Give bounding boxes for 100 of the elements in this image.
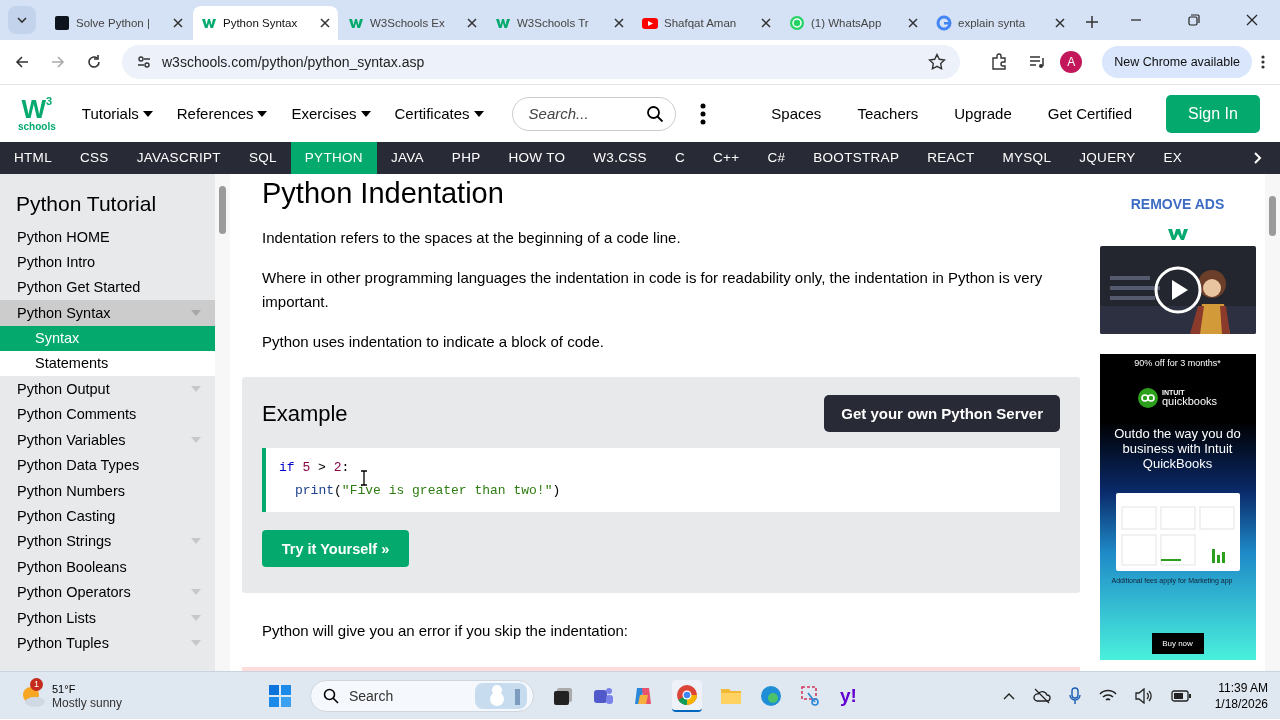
wifi-icon[interactable] — [1098, 688, 1117, 703]
edge-icon[interactable] — [759, 684, 782, 707]
update-button[interactable]: New Chrome available — [1102, 46, 1252, 78]
subject-tab[interactable]: EX — [1149, 142, 1197, 174]
tab-search-icon[interactable] — [8, 6, 36, 34]
close-icon[interactable] — [1055, 18, 1065, 28]
nav-menu[interactable]: Exercises — [289, 101, 373, 126]
weather-condition: Mostly sunny — [52, 695, 123, 710]
menu-icon[interactable] — [1260, 54, 1266, 70]
restore-icon[interactable] — [1188, 14, 1200, 26]
subject-tab[interactable]: HTML — [0, 142, 66, 174]
nav-link[interactable]: Teachers — [857, 105, 919, 122]
star-icon[interactable] — [928, 53, 947, 71]
browser-tab[interactable]: explain synta — [928, 6, 1073, 40]
search-icon[interactable] — [645, 104, 664, 123]
sidebar-item[interactable]: Python Casting — [0, 503, 215, 529]
yahoo-app-icon[interactable]: y! — [839, 684, 857, 707]
close-icon[interactable] — [320, 18, 330, 28]
brand-icon — [1137, 388, 1158, 408]
snowman-icon — [474, 682, 527, 709]
subject-tab[interactable]: BOOTSTRAP — [799, 142, 914, 174]
browser-tab[interactable]: W3Schools Tr — [487, 6, 632, 40]
sidebar-item[interactable]: Python Intro — [0, 249, 215, 275]
chrome-icon[interactable] — [671, 679, 702, 712]
more-icon[interactable] — [699, 102, 706, 125]
new-tab-icon[interactable] — [1085, 15, 1099, 29]
sidebar-item[interactable]: Python Get Started — [0, 274, 215, 301]
browser-tab[interactable]: Shafqat Aman — [634, 6, 779, 40]
address-bar[interactable]: w3schools.com/python/python_syntax.asp — [122, 45, 961, 79]
close-icon[interactable] — [467, 18, 477, 28]
code-line: if 5 > 2: — [279, 459, 350, 477]
sidebar-item[interactable]: Python HOME — [0, 224, 215, 250]
browser-tab[interactable]: Solve Python | — [46, 6, 191, 40]
server-button[interactable]: Get your own Python Server — [824, 395, 1060, 432]
nav-menu[interactable]: References — [174, 101, 270, 126]
subject-tab[interactable]: JAVA — [376, 142, 438, 174]
browser-tab[interactable]: Python Syntax — [193, 6, 338, 40]
subject-tab[interactable]: JQUERY — [1065, 142, 1150, 174]
caret-icon — [473, 110, 484, 117]
search-field[interactable]: Search... — [511, 96, 676, 131]
ad-headline: Outdo the way you do business with Intuit QuickBooks — [1113, 426, 1242, 471]
buy-now-button[interactable]: Buy now — [1151, 633, 1204, 654]
cloud-off-icon[interactable] — [1032, 687, 1051, 704]
caret-icon — [360, 110, 371, 117]
sidebar-item[interactable]: Python Syntax — [0, 300, 215, 326]
sidebar-item[interactable]: Python Output — [0, 376, 215, 402]
subject-tab[interactable]: C# — [753, 142, 800, 174]
profile-avatar[interactable]: A — [1060, 51, 1083, 73]
close-icon[interactable] — [908, 18, 918, 28]
sidebar-item[interactable]: Python Lists — [0, 604, 215, 631]
taskbar-search[interactable]: Search — [309, 679, 534, 712]
sidebar-item[interactable]: Python Variables — [0, 427, 215, 453]
nav-menu[interactable]: Tutorials — [79, 101, 155, 126]
sidebar-item[interactable]: Python Data Types — [0, 452, 215, 478]
scrollbar-thumb[interactable] — [219, 186, 226, 234]
close-icon[interactable] — [614, 18, 624, 28]
browser-tab[interactable]: (1) WhatsApp — [781, 6, 926, 40]
subject-tab[interactable]: HOW TO — [494, 142, 580, 174]
favicon-icon — [642, 15, 658, 31]
browser-tab[interactable]: W3Schools Ex — [340, 6, 485, 40]
sidebar-item[interactable]: Python Strings — [0, 528, 215, 555]
date: 1/18/2026 — [1214, 695, 1268, 712]
media-icon[interactable] — [1028, 53, 1047, 71]
ad-offer: 90% off for 3 months* — [1134, 358, 1221, 368]
subject-tab[interactable]: MYSQL — [988, 142, 1066, 174]
subject-tab[interactable]: REACT — [913, 142, 989, 174]
subject-tab[interactable]: PHP — [437, 142, 495, 174]
windows-start-icon[interactable] — [267, 683, 292, 708]
reload-icon[interactable] — [86, 54, 102, 70]
volume-icon[interactable] — [1134, 687, 1153, 704]
subject-tab[interactable]: JAVASCRIPT — [122, 142, 235, 174]
subject-tab[interactable]: C — [660, 142, 699, 174]
remove-ads-link[interactable]: REMOVE ADS — [1130, 196, 1225, 212]
nav-menu[interactable]: Certificates — [392, 101, 486, 126]
sidebar-item[interactable]: Python Numbers — [0, 477, 215, 504]
site-settings-icon[interactable] — [136, 54, 152, 70]
close-icon[interactable] — [1246, 14, 1258, 26]
subject-tab[interactable]: SQL — [234, 142, 291, 174]
nav-link[interactable]: Spaces — [771, 105, 822, 122]
sidebar-item[interactable]: Python Tuples — [0, 630, 215, 656]
subject-tab[interactable]: C++ — [698, 142, 754, 174]
clock[interactable]: 11:39 AM 1/18/2026 — [1214, 679, 1268, 712]
subject-tab[interactable]: CSS — [65, 142, 123, 174]
sidebar-item[interactable]: Python Booleans — [0, 554, 215, 580]
sidebar-item[interactable]: Python Operators — [0, 579, 215, 605]
nav-link[interactable]: Get Certified — [1047, 105, 1132, 122]
subject-tab[interactable]: W3.CSS — [579, 142, 661, 174]
nav-link[interactable]: Upgrade — [954, 105, 1012, 122]
close-icon[interactable] — [761, 18, 771, 28]
battery-icon[interactable] — [1170, 689, 1191, 702]
paragraph: Indentation refers to the spaces at the beginning of a code line. — [262, 228, 682, 248]
back-icon[interactable] — [14, 54, 30, 70]
extensions-icon[interactable] — [990, 53, 1009, 71]
close-icon[interactable] — [173, 18, 183, 28]
snipping-tool-icon[interactable] — [799, 684, 822, 707]
microphone-icon[interactable] — [1068, 686, 1081, 705]
scrollbar-thumb[interactable] — [1269, 196, 1276, 236]
sidebar-subitem[interactable]: Statements — [0, 350, 215, 377]
sidebar-item[interactable]: Python Comments — [0, 401, 215, 428]
chevron-up-icon[interactable] — [1002, 691, 1015, 700]
